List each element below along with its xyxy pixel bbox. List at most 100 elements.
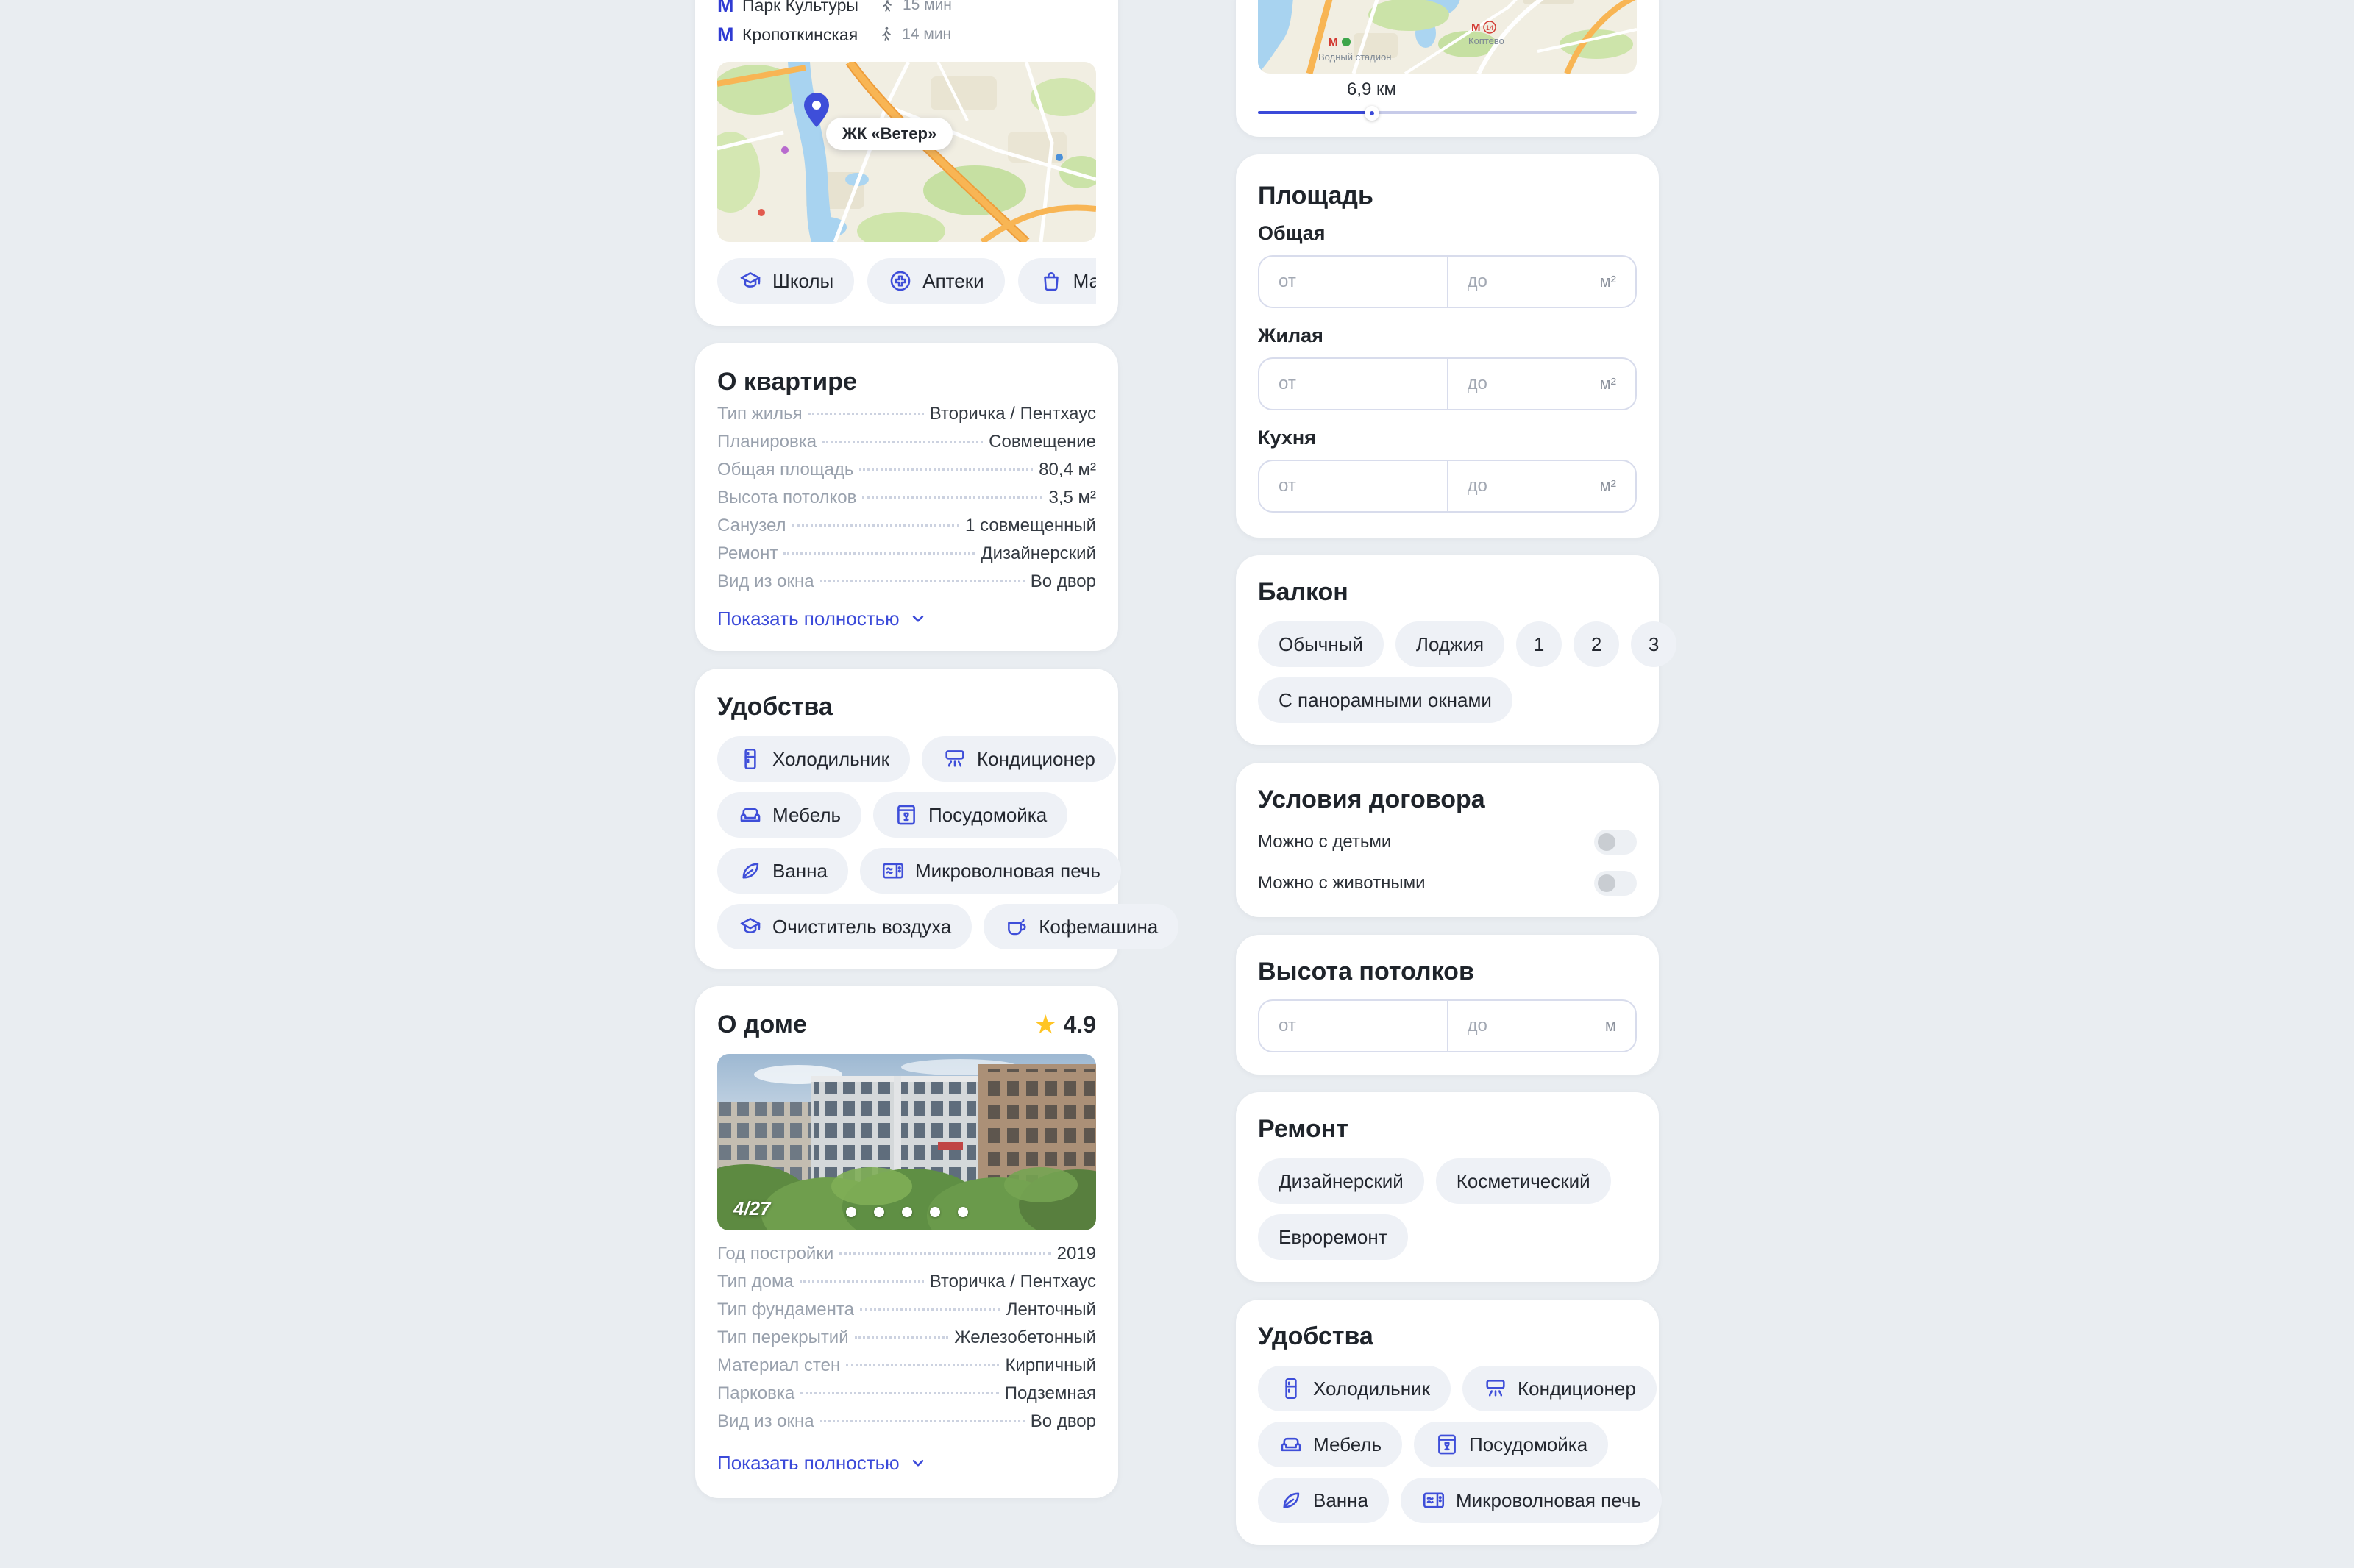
area-living-to-input[interactable] bbox=[1467, 374, 1593, 394]
metro-row[interactable]: М Парк Культуры 15 мин bbox=[717, 0, 1096, 16]
area-total-to-input[interactable] bbox=[1467, 271, 1593, 292]
shops-button[interactable]: Магазины bbox=[1017, 258, 1096, 304]
carousel-dot[interactable] bbox=[901, 1207, 912, 1217]
radius-slider-thumb[interactable] bbox=[1364, 106, 1379, 121]
area-kitchen-to-input[interactable] bbox=[1467, 476, 1593, 496]
carousel-dot[interactable] bbox=[929, 1207, 940, 1217]
range-to[interactable]: м² bbox=[1446, 257, 1636, 307]
amenity-chip[interactable]: Мебель bbox=[717, 792, 862, 838]
carousel-dot[interactable] bbox=[845, 1207, 856, 1217]
flat-details: Тип жилья Вторичка / Пентхаус Планировка С… bbox=[717, 404, 1096, 599]
unit-label: м² bbox=[1599, 374, 1616, 393]
shopping-bag-icon bbox=[1043, 271, 1059, 291]
renovation-chip[interactable]: Евроремонт bbox=[1258, 1214, 1408, 1260]
house-photo bbox=[717, 1054, 1096, 1230]
pharmacies-button[interactable]: Аптеки bbox=[867, 258, 1005, 304]
furniture-icon bbox=[740, 808, 761, 822]
house-photo-carousel[interactable]: 4/27 bbox=[717, 1054, 1096, 1230]
rating-value: 4.9 bbox=[1063, 1011, 1096, 1038]
microwave-icon bbox=[1423, 1492, 1445, 1508]
contract-terms-card: Условия договора Можно с детьми Можно с … bbox=[1236, 763, 1659, 917]
about-house-card: О доме ★ 4.9 4/27 Год постройки 2019 Тип… bbox=[695, 986, 1118, 1498]
balcony-count-chip[interactable]: 1 bbox=[1516, 621, 1562, 667]
photo-counter: 4/27 bbox=[733, 1197, 771, 1219]
detail-row: Год постройки 2019 bbox=[717, 1244, 1096, 1264]
pets-allowed-toggle[interactable] bbox=[1594, 871, 1637, 896]
detail-row: Тип фундамента Ленточный bbox=[717, 1300, 1096, 1319]
radius-map[interactable]: М Водный стадион М 14 Коптево bbox=[1258, 0, 1637, 74]
map-image: М Водный стадион М 14 Коптево bbox=[1258, 0, 1637, 74]
range-to[interactable]: м² bbox=[1446, 461, 1636, 511]
bath-icon bbox=[1283, 1492, 1300, 1508]
range-to[interactable]: м² bbox=[1446, 359, 1636, 409]
map-complex-label[interactable]: ЖК «Ветер» bbox=[826, 118, 953, 150]
amenity-chip[interactable]: Посудомойка bbox=[1414, 1422, 1609, 1467]
range-from[interactable] bbox=[1259, 257, 1447, 307]
show-all-flat-link[interactable]: Показать полностью bbox=[717, 605, 928, 632]
balcony-chip[interactable]: Лоджия bbox=[1395, 621, 1505, 667]
location-card: М Парк Культуры 15 мин М Кропоткинская 1… bbox=[695, 0, 1118, 326]
detail-row: Планировка Совмещение bbox=[717, 432, 1096, 452]
range-to[interactable]: м bbox=[1446, 1001, 1636, 1051]
amenity-chip[interactable]: Кондиционер bbox=[921, 736, 1116, 782]
schools-button[interactable]: Школы bbox=[717, 258, 855, 304]
toggle-row: Можно с детьми bbox=[1258, 827, 1637, 857]
map-station-label: Водный стадион bbox=[1318, 51, 1391, 63]
detail-row: Вид из окна Во двор bbox=[717, 1411, 1096, 1431]
amenity-chip[interactable]: Кондиционер bbox=[1462, 1366, 1657, 1411]
chevron-down-icon bbox=[912, 615, 923, 622]
area-living-from-input[interactable] bbox=[1279, 374, 1428, 394]
detail-row: Тип жилья Вторичка / Пентхаус bbox=[717, 404, 1096, 424]
show-all-house-link[interactable]: Показать полностью bbox=[717, 1450, 928, 1476]
house-details: Год постройки 2019 Тип дома Вторичка / Пен… bbox=[717, 1244, 1096, 1439]
area-kitchen-from-input[interactable] bbox=[1279, 476, 1428, 496]
location-map[interactable]: ЖК «Ветер» bbox=[717, 62, 1096, 242]
area-total-from-input[interactable] bbox=[1279, 271, 1428, 292]
balcony-count-chip[interactable]: 2 bbox=[1574, 621, 1620, 667]
walking-person-icon bbox=[882, 26, 892, 41]
carousel-dot[interactable] bbox=[957, 1207, 968, 1217]
radius-slider[interactable] bbox=[1258, 111, 1637, 114]
detail-row: Тип перекрытий Железобетонный bbox=[717, 1328, 1096, 1347]
range-from[interactable] bbox=[1259, 359, 1447, 409]
amenity-chip[interactable]: Посудомойка bbox=[873, 792, 1068, 838]
amenities-title: Удобства bbox=[717, 693, 833, 721]
amenity-chip[interactable]: Холодильник bbox=[717, 736, 910, 782]
map-station-label: Коптево bbox=[1468, 35, 1504, 46]
range-from[interactable] bbox=[1259, 1001, 1447, 1051]
amenity-chip[interactable]: Ванна bbox=[1258, 1478, 1389, 1523]
amenity-chip[interactable]: Кофемашина bbox=[984, 904, 1179, 949]
ceiling-from-input[interactable] bbox=[1279, 1016, 1428, 1036]
amenity-chip[interactable]: Мебель bbox=[1258, 1422, 1403, 1467]
renovation-chip[interactable]: Косметический bbox=[1435, 1158, 1611, 1204]
carousel-dot[interactable] bbox=[873, 1207, 884, 1217]
kids-allowed-label: Можно с детьми bbox=[1258, 832, 1392, 852]
search-radius-card: М Водный стадион М 14 Коптево 6,9 км bbox=[1236, 0, 1659, 137]
dishwasher-icon bbox=[897, 805, 915, 825]
ceiling-title: Высота потолков bbox=[1258, 958, 1474, 986]
metro-marker: М bbox=[1471, 21, 1481, 34]
range-from[interactable] bbox=[1259, 461, 1447, 511]
area-living-range: м² bbox=[1258, 357, 1637, 410]
detail-row: Вид из окна Во двор bbox=[717, 571, 1096, 591]
amenity-chip[interactable]: Микроволновая печь bbox=[859, 848, 1121, 894]
renovation-chip[interactable]: Дизайнерский bbox=[1258, 1158, 1424, 1204]
amenity-chip[interactable]: Очиститель воздуха bbox=[717, 904, 972, 949]
amenities-filter-card: Удобства Холодильник Кондиционер Мебель … bbox=[1236, 1300, 1662, 1545]
area-total-range: м² bbox=[1258, 255, 1637, 308]
metro-row[interactable]: М Кропоткинская 14 мин bbox=[717, 24, 1096, 46]
house-rating: ★ 4.9 bbox=[1035, 1011, 1096, 1038]
metro-marker: М bbox=[1329, 36, 1338, 49]
poi-buttons-row: Школы Аптеки Магазины bbox=[717, 258, 1096, 304]
amenity-chip[interactable]: Микроволновая печь bbox=[1400, 1478, 1662, 1523]
page: М Парк Культуры 15 мин М Кропоткинская 1… bbox=[695, 0, 1677, 1545]
fridge-icon bbox=[744, 748, 756, 770]
balcony-count-chip[interactable]: 3 bbox=[1631, 621, 1677, 667]
balcony-chip[interactable]: С панорамными окнами bbox=[1258, 677, 1512, 723]
kids-allowed-toggle[interactable] bbox=[1594, 830, 1637, 855]
amenity-chip[interactable]: Холодильник bbox=[1258, 1366, 1451, 1411]
detail-row: Общая площадь 80,4 м² bbox=[717, 460, 1096, 480]
ceiling-to-input[interactable] bbox=[1467, 1016, 1598, 1036]
amenity-chip[interactable]: Ванна bbox=[717, 848, 848, 894]
balcony-chip[interactable]: Обычный bbox=[1258, 621, 1384, 667]
